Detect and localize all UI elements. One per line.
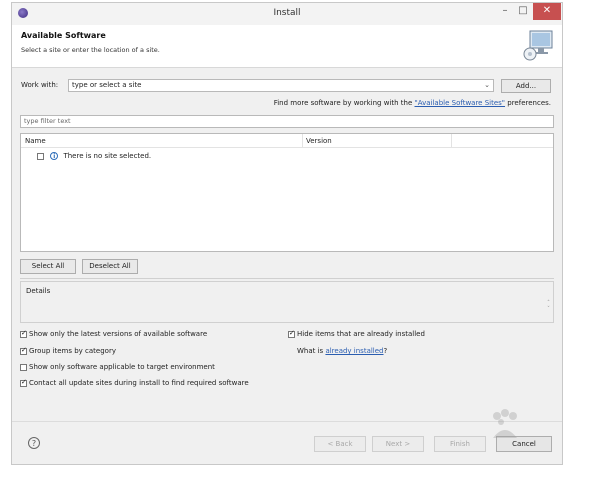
group-by-category-label: Group items by category xyxy=(29,347,116,355)
target-environment-checkbox[interactable] xyxy=(20,363,27,371)
tree-header: Name Version xyxy=(21,134,553,148)
maximize-button[interactable]: □ xyxy=(515,3,531,20)
hide-installed-checkbox[interactable] xyxy=(288,329,295,338)
software-tree[interactable]: Name Version i There is no site selected… xyxy=(20,133,554,252)
what-is-installed-text: What is already installed? xyxy=(297,347,387,355)
help-icon[interactable]: ? xyxy=(28,437,40,449)
select-all-button[interactable]: Select All xyxy=(20,259,76,274)
close-button[interactable]: ✕ xyxy=(533,3,561,20)
deselect-all-button[interactable]: Deselect All xyxy=(82,259,138,274)
minimize-button[interactable]: – xyxy=(498,3,512,20)
chevron-down-icon[interactable]: ⌄ xyxy=(484,80,490,91)
what-is-suffix: ? xyxy=(383,347,388,355)
available-software-sites-link[interactable]: "Available Software Sites" xyxy=(415,99,506,107)
column-divider[interactable] xyxy=(451,134,452,147)
what-is-prefix: What is xyxy=(297,347,326,355)
divider xyxy=(20,278,554,279)
latest-versions-label: Show only the latest versions of availab… xyxy=(29,330,208,338)
target-environment-label: Show only software applicable to target … xyxy=(29,363,215,371)
more-software-text: Find more software by working with the "… xyxy=(274,99,551,107)
latest-versions-checkbox[interactable] xyxy=(20,329,27,338)
next-button[interactable]: Next > xyxy=(372,436,424,452)
title-bar: Install – □ ✕ xyxy=(12,3,562,25)
window-title: Install xyxy=(273,8,301,18)
row-checkbox[interactable] xyxy=(37,152,44,160)
filter-input[interactable]: type filter text xyxy=(20,115,554,128)
tree-row-label: There is no site selected. xyxy=(63,152,152,160)
already-installed-link[interactable]: already installed xyxy=(325,347,383,355)
install-monitor-icon xyxy=(523,30,553,61)
group-by-category-checkbox[interactable] xyxy=(20,346,27,355)
contact-sites-label: Contact all update sites during install … xyxy=(29,379,249,387)
install-dialog: Install – □ ✕ Available Software Select … xyxy=(11,2,563,465)
option-latest-versions[interactable]: Show only the latest versions of availab… xyxy=(20,329,208,338)
option-group-by-category[interactable]: Group items by category xyxy=(20,346,116,355)
contact-sites-checkbox[interactable] xyxy=(20,378,27,387)
column-divider[interactable] xyxy=(302,134,303,147)
baidu-watermark xyxy=(493,409,517,438)
details-label: Details xyxy=(26,287,51,295)
page-title: Available Software xyxy=(21,31,106,40)
work-with-combo[interactable]: type or select a site ⌄ xyxy=(68,79,494,92)
info-icon: i xyxy=(50,152,59,160)
option-contact-sites[interactable]: Contact all update sites during install … xyxy=(20,378,249,387)
option-target-environment[interactable]: Show only software applicable to target … xyxy=(20,363,215,371)
more-software-suffix: preferences. xyxy=(505,99,551,107)
details-scroll-arrows[interactable]: ˆˇ xyxy=(547,301,550,313)
add-button[interactable]: Add... xyxy=(501,79,551,93)
work-with-placeholder: type or select a site xyxy=(72,81,142,89)
column-version[interactable]: Version xyxy=(306,137,332,145)
wizard-header: Available Software Select a site or ente… xyxy=(12,25,562,68)
back-button[interactable]: < Back xyxy=(314,436,366,452)
option-hide-installed[interactable]: Hide items that are already installed xyxy=(288,329,425,338)
details-box: Details ˆˇ xyxy=(20,281,554,323)
page-description: Select a site or enter the location of a… xyxy=(21,46,160,54)
tree-row[interactable]: i There is no site selected. xyxy=(37,152,151,162)
column-name[interactable]: Name xyxy=(25,137,46,145)
more-software-prefix: Find more software by working with the xyxy=(273,99,415,107)
work-with-label: Work with: xyxy=(21,81,59,89)
hide-installed-label: Hide items that are already installed xyxy=(297,330,425,338)
